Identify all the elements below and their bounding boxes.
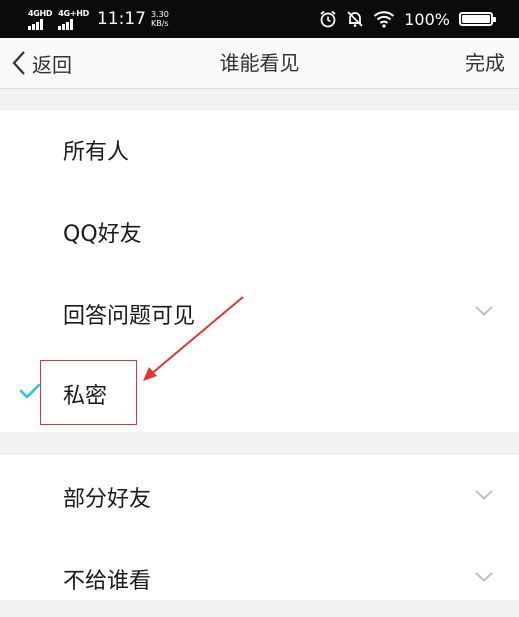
- annotation-arrow-icon: [143, 296, 244, 381]
